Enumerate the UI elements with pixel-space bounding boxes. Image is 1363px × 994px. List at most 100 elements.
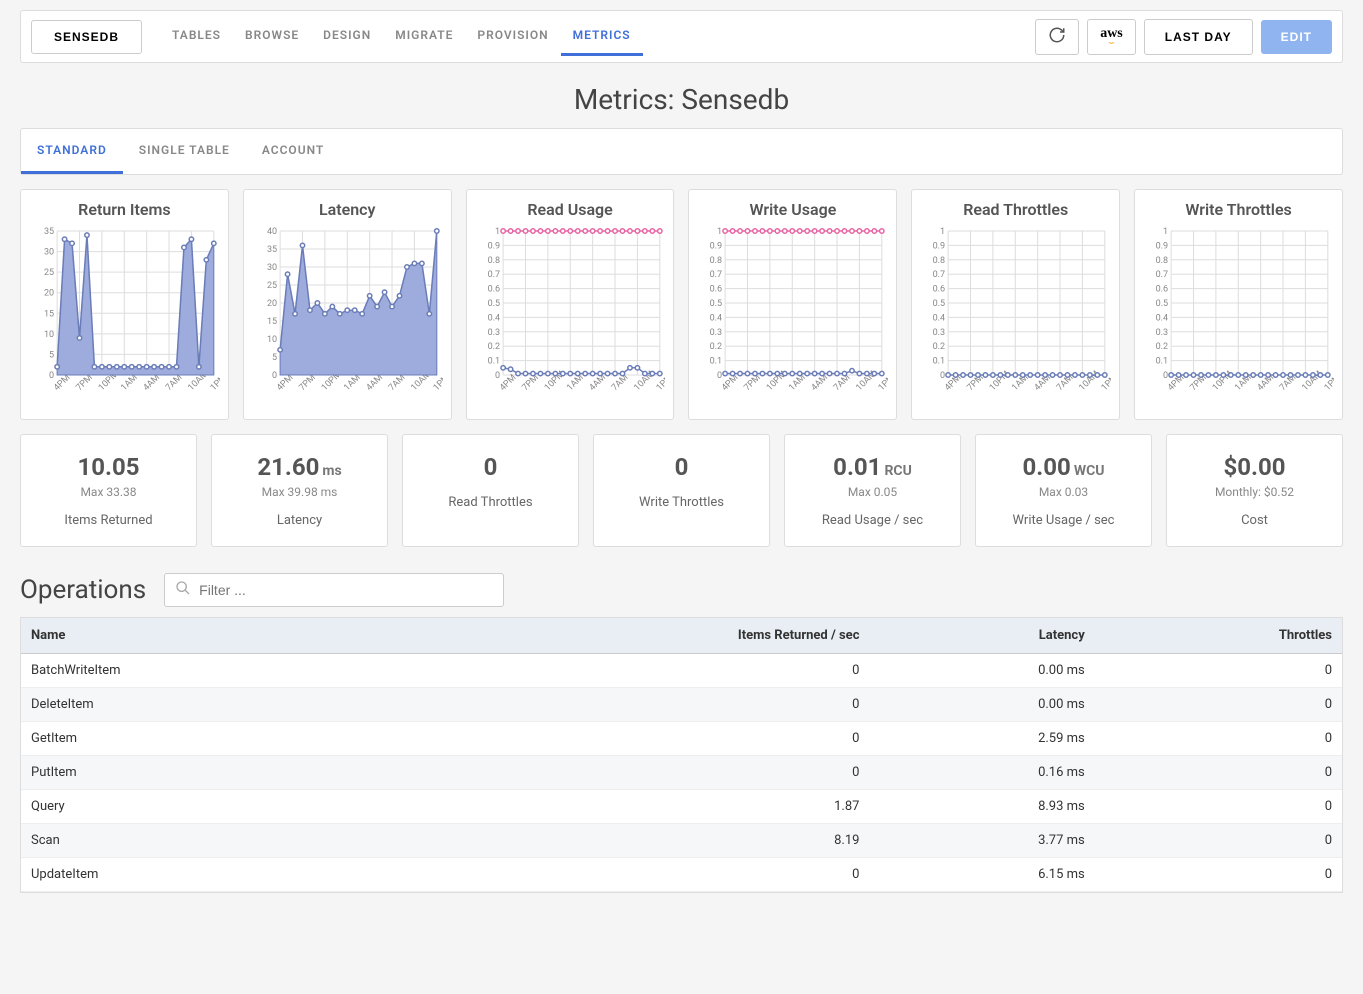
svg-text:0.6: 0.6 bbox=[710, 285, 723, 295]
svg-text:35: 35 bbox=[44, 227, 54, 237]
chart-latency[interactable]: Latency05101520253035404PM7PM10PM1AM4AM7… bbox=[243, 189, 452, 420]
svg-text:1: 1 bbox=[495, 227, 500, 237]
table-row[interactable]: BatchWriteItem 0 0.00 ms 0 bbox=[21, 654, 1342, 688]
stat-sub: Monthly: $0.52 bbox=[1175, 485, 1334, 499]
filter-input-wrap[interactable] bbox=[164, 573, 504, 607]
col-throttles[interactable]: Throttles bbox=[1095, 618, 1342, 654]
stat-value: $0.00 bbox=[1223, 453, 1285, 481]
svg-text:0.3: 0.3 bbox=[487, 328, 500, 338]
svg-text:1AM: 1AM bbox=[342, 373, 363, 393]
table-row[interactable]: GetItem 0 2.59 ms 0 bbox=[21, 722, 1342, 756]
chart-write-usage[interactable]: Write Usage00.10.20.30.40.50.60.70.80.91… bbox=[688, 189, 897, 420]
svg-text:0.6: 0.6 bbox=[1156, 285, 1169, 295]
stat-value: 0.00 bbox=[1023, 453, 1071, 481]
nav-tab-provision[interactable]: PROVISION bbox=[465, 17, 560, 56]
stat-sub: Max 33.38 bbox=[29, 485, 188, 499]
edit-button[interactable]: EDIT bbox=[1261, 20, 1332, 54]
svg-text:10: 10 bbox=[44, 330, 54, 340]
cell-throttles: 0 bbox=[1095, 858, 1342, 892]
stat-cost: $0.00Monthly: $0.52Cost bbox=[1166, 434, 1343, 547]
cell-latency: 0.00 ms bbox=[869, 688, 1094, 722]
sub-tabs-container: STANDARDSINGLE TABLEACCOUNT bbox=[20, 128, 1343, 175]
top-toolbar: SENSEDB TABLESBROWSEDESIGNMIGRATEPROVISI… bbox=[20, 10, 1343, 63]
col-items-returned-sec[interactable]: Items Returned / sec bbox=[391, 618, 869, 654]
svg-text:5: 5 bbox=[272, 353, 277, 363]
nav-tab-metrics[interactable]: METRICS bbox=[561, 17, 643, 56]
svg-text:0: 0 bbox=[1163, 371, 1168, 381]
table-row[interactable]: DeleteItem 0 0.00 ms 0 bbox=[21, 688, 1342, 722]
chart-read-usage[interactable]: Read Usage00.10.20.30.40.50.60.70.80.914… bbox=[466, 189, 675, 420]
stat-unit: WCU bbox=[1074, 463, 1105, 479]
stat-label: Write Throttles bbox=[602, 495, 761, 510]
svg-text:0.8: 0.8 bbox=[933, 256, 946, 266]
time-range-button[interactable]: LAST DAY bbox=[1144, 19, 1253, 55]
stat-sub: Max 0.03 bbox=[984, 485, 1143, 499]
stat-value: 0 bbox=[675, 453, 689, 481]
stat-read-usage-sec: 0.01RCUMax 0.05Read Usage / sec bbox=[784, 434, 961, 547]
stat-write-throttles: 0 Write Throttles bbox=[593, 434, 770, 547]
svg-text:0.5: 0.5 bbox=[710, 299, 723, 309]
cell-name: Query bbox=[21, 790, 391, 824]
svg-text:0: 0 bbox=[940, 371, 945, 381]
stat-read-throttles: 0Read Throttles bbox=[402, 434, 579, 547]
col-name[interactable]: Name bbox=[21, 618, 391, 654]
table-row[interactable]: Scan 8.19 3.77 ms 0 bbox=[21, 824, 1342, 858]
svg-text:35: 35 bbox=[267, 245, 277, 255]
svg-text:7PM: 7PM bbox=[743, 373, 763, 393]
svg-text:0.1: 0.1 bbox=[933, 357, 946, 367]
cell-latency: 3.77 ms bbox=[869, 824, 1094, 858]
nav-tab-tables[interactable]: TABLES bbox=[160, 17, 233, 56]
cell-name: PutItem bbox=[21, 756, 391, 790]
database-selector-button[interactable]: SENSEDB bbox=[31, 20, 142, 54]
nav-tab-design[interactable]: DESIGN bbox=[311, 17, 383, 56]
svg-text:15: 15 bbox=[267, 317, 277, 327]
svg-text:0: 0 bbox=[495, 371, 500, 381]
cell-latency: 6.15 ms bbox=[869, 858, 1094, 892]
chart-title: Read Throttles bbox=[920, 200, 1111, 219]
svg-text:7AM: 7AM bbox=[387, 373, 408, 393]
svg-text:0.9: 0.9 bbox=[710, 241, 723, 251]
sub-tab-account[interactable]: ACCOUNT bbox=[246, 129, 340, 174]
table-row[interactable]: Query 1.87 8.93 ms 0 bbox=[21, 790, 1342, 824]
svg-text:7PM: 7PM bbox=[297, 373, 317, 393]
sub-tabs: STANDARDSINGLE TABLEACCOUNT bbox=[21, 129, 1342, 174]
stat-unit: RCU bbox=[884, 463, 911, 479]
svg-text:1: 1 bbox=[1163, 227, 1168, 237]
cell-items: 0 bbox=[391, 688, 869, 722]
cell-name: GetItem bbox=[21, 722, 391, 756]
chart-title: Write Usage bbox=[697, 200, 888, 219]
aws-button[interactable]: aws ⌣ bbox=[1087, 19, 1136, 55]
table-row[interactable]: PutItem 0 0.16 ms 0 bbox=[21, 756, 1342, 790]
refresh-button[interactable] bbox=[1035, 19, 1079, 55]
stat-write-usage-sec: 0.00WCUMax 0.03Write Usage / sec bbox=[975, 434, 1152, 547]
cell-items: 8.19 bbox=[391, 824, 869, 858]
col-latency[interactable]: Latency bbox=[869, 618, 1094, 654]
operations-header: Operations bbox=[20, 573, 1343, 607]
svg-text:0.9: 0.9 bbox=[487, 241, 500, 251]
cell-throttles: 0 bbox=[1095, 654, 1342, 688]
filter-input[interactable] bbox=[199, 582, 493, 598]
cell-items: 0 bbox=[391, 654, 869, 688]
chart-write-throttles[interactable]: Write Throttles00.10.20.30.40.50.60.70.8… bbox=[1134, 189, 1343, 420]
svg-text:0.7: 0.7 bbox=[487, 270, 500, 280]
svg-text:0.1: 0.1 bbox=[710, 357, 723, 367]
svg-text:1PM: 1PM bbox=[432, 373, 443, 393]
svg-text:0.2: 0.2 bbox=[487, 342, 500, 352]
table-row[interactable]: UpdateItem 0 6.15 ms 0 bbox=[21, 858, 1342, 892]
chart-return-items[interactable]: Return Items051015202530354PM7PM10PM1AM4… bbox=[20, 189, 229, 420]
stat-label: Read Usage / sec bbox=[793, 513, 952, 528]
nav-tab-migrate[interactable]: MIGRATE bbox=[383, 17, 465, 56]
svg-text:0.1: 0.1 bbox=[487, 357, 500, 367]
svg-text:1PM: 1PM bbox=[209, 373, 220, 393]
svg-text:0: 0 bbox=[49, 371, 54, 381]
svg-text:0.4: 0.4 bbox=[710, 313, 723, 323]
chart-read-throttles[interactable]: Read Throttles00.10.20.30.40.50.60.70.80… bbox=[911, 189, 1120, 420]
sub-tab-standard[interactable]: STANDARD bbox=[21, 129, 123, 174]
svg-text:0.7: 0.7 bbox=[933, 270, 946, 280]
stat-items-returned: 10.05Max 33.38Items Returned bbox=[20, 434, 197, 547]
nav-tab-browse[interactable]: BROWSE bbox=[233, 17, 311, 56]
cell-items: 0 bbox=[391, 858, 869, 892]
sub-tab-single-table[interactable]: SINGLE TABLE bbox=[123, 129, 246, 174]
svg-text:30: 30 bbox=[267, 263, 277, 273]
cell-name: BatchWriteItem bbox=[21, 654, 391, 688]
